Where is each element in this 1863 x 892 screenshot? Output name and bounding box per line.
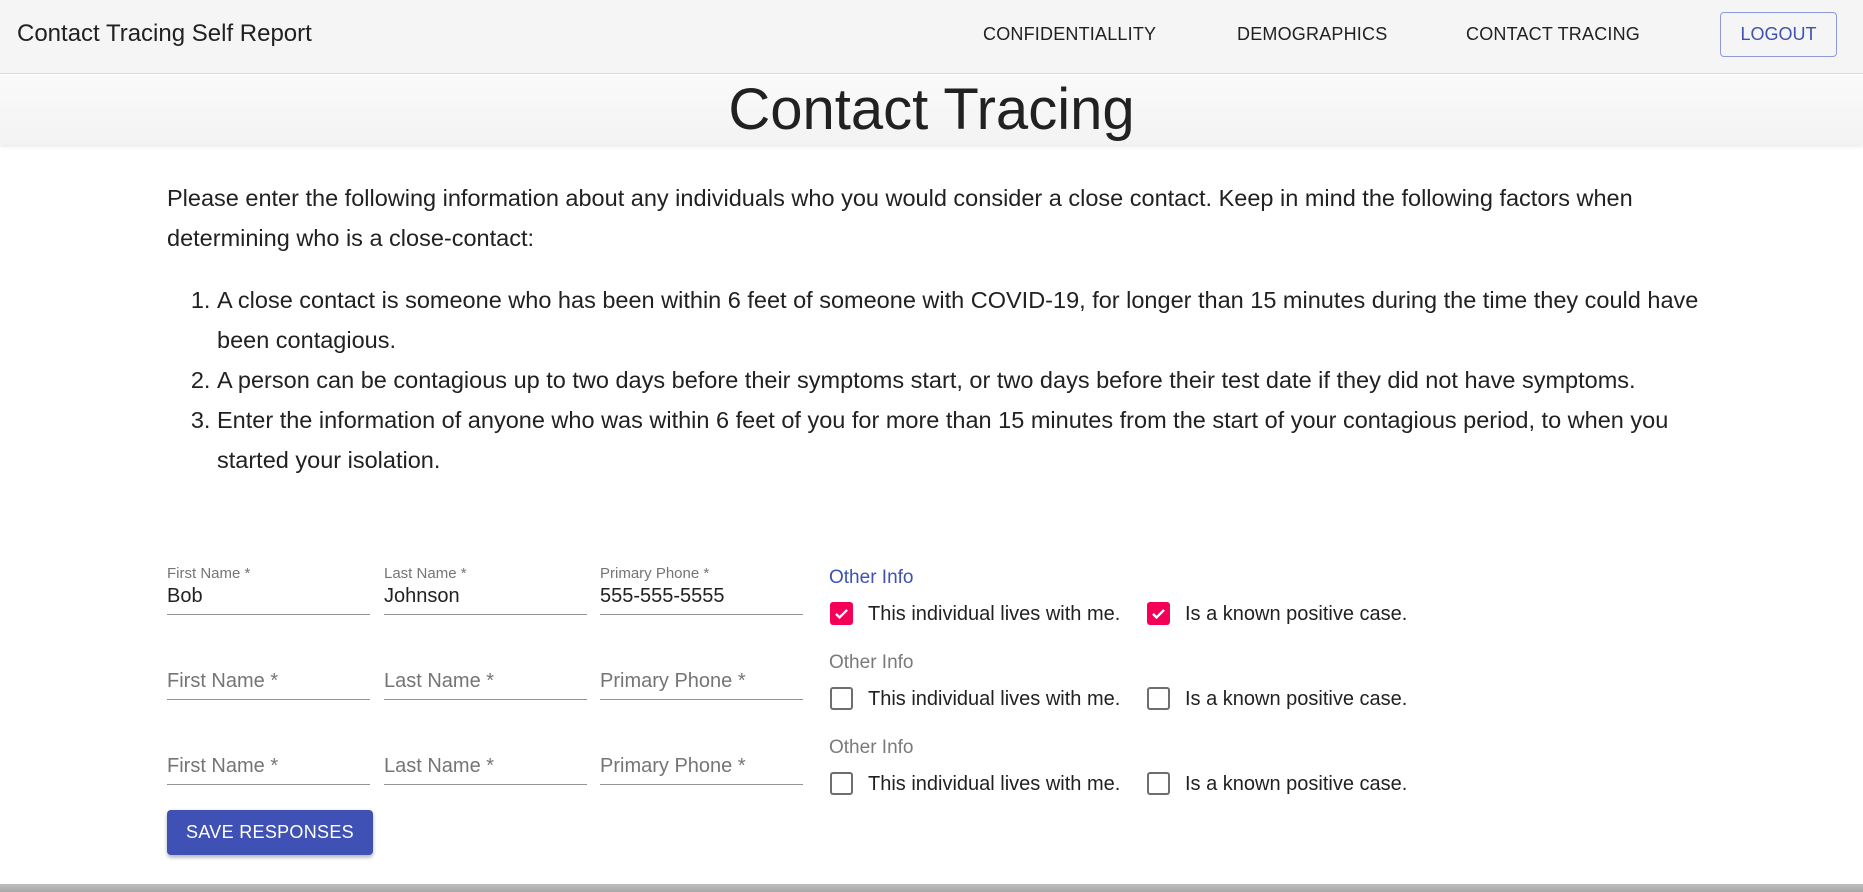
known-positive-checkbox[interactable] bbox=[1147, 602, 1170, 625]
lives-with-label: This individual lives with me. bbox=[868, 773, 1121, 795]
app-title: Contact Tracing Self Report bbox=[17, 20, 312, 47]
last-name-label: Last Name * bbox=[384, 565, 467, 582]
lives-with-checkbox[interactable] bbox=[830, 602, 853, 625]
phone-label: Primary Phone * bbox=[600, 565, 710, 582]
field-underline bbox=[167, 614, 370, 615]
known-positive-checkbox[interactable] bbox=[1147, 772, 1170, 795]
lives-with-label: This individual lives with me. bbox=[868, 603, 1121, 625]
checkmark-icon bbox=[1152, 609, 1165, 620]
first-name-label: First Name * bbox=[167, 565, 251, 582]
last-name-field[interactable]: Last Name * bbox=[384, 644, 587, 700]
first-name-value: Bob bbox=[167, 585, 203, 607]
lives-with-checkbox[interactable] bbox=[830, 772, 853, 795]
field-underline bbox=[167, 699, 370, 700]
contact-row: First Name * Last Name * Primary Phone *… bbox=[167, 644, 1467, 729]
other-info-label: Other Info bbox=[829, 652, 914, 673]
app-bar: Contact Tracing Self Report CONFIDENTIAL… bbox=[0, 0, 1863, 74]
nav-demographics[interactable]: DEMOGRAPHICS bbox=[1237, 24, 1387, 45]
field-underline bbox=[600, 614, 803, 615]
bottom-shadow-band bbox=[0, 884, 1863, 892]
last-name-field[interactable]: Last Name * Johnson bbox=[384, 559, 587, 615]
known-positive-checkbox[interactable] bbox=[1147, 687, 1170, 710]
nav-confidentiality[interactable]: CONFIDENTIALLITY bbox=[983, 24, 1156, 45]
first-name-placeholder: First Name * bbox=[167, 755, 279, 777]
contact-row: First Name * Last Name * Primary Phone *… bbox=[167, 729, 1467, 814]
save-responses-button[interactable]: SAVE RESPONSES bbox=[167, 810, 373, 855]
phone-placeholder: Primary Phone * bbox=[600, 670, 746, 692]
contact-row: First Name * Bob Last Name * Johnson Pri… bbox=[167, 559, 1467, 644]
last-name-placeholder: Last Name * bbox=[384, 755, 495, 777]
nav-contact-tracing[interactable]: CONTACT TRACING bbox=[1466, 24, 1640, 45]
lives-with-label: This individual lives with me. bbox=[868, 688, 1121, 710]
factor-item: Enter the information of anyone who was … bbox=[217, 400, 1707, 480]
factor-item: A close contact is someone who has been … bbox=[217, 280, 1707, 360]
phone-value: 555-555-5555 bbox=[600, 585, 725, 607]
known-positive-label: Is a known positive case. bbox=[1185, 603, 1408, 625]
field-underline bbox=[384, 784, 587, 785]
last-name-value: Johnson bbox=[384, 585, 460, 607]
other-info-label: Other Info bbox=[829, 567, 914, 588]
field-underline bbox=[384, 699, 587, 700]
other-info-label: Other Info bbox=[829, 737, 914, 758]
first-name-field[interactable]: First Name * bbox=[167, 729, 370, 785]
phone-field[interactable]: Primary Phone * bbox=[600, 729, 803, 785]
known-positive-label: Is a known positive case. bbox=[1185, 773, 1408, 795]
phone-field[interactable]: Primary Phone * 555-555-5555 bbox=[600, 559, 803, 615]
first-name-field[interactable]: First Name * bbox=[167, 644, 370, 700]
close-contact-factors: A close contact is someone who has been … bbox=[167, 280, 1707, 480]
field-underline bbox=[600, 784, 803, 785]
phone-field[interactable]: Primary Phone * bbox=[600, 644, 803, 700]
factor-item: A person can be contagious up to two day… bbox=[217, 360, 1707, 400]
known-positive-label: Is a known positive case. bbox=[1185, 688, 1408, 710]
last-name-placeholder: Last Name * bbox=[384, 670, 495, 692]
logout-button[interactable]: LOGOUT bbox=[1720, 12, 1837, 57]
lives-with-checkbox[interactable] bbox=[830, 687, 853, 710]
field-underline bbox=[384, 614, 587, 615]
page-title: Contact Tracing bbox=[728, 77, 1135, 142]
first-name-field[interactable]: First Name * Bob bbox=[167, 559, 370, 615]
field-underline bbox=[167, 784, 370, 785]
field-underline bbox=[600, 699, 803, 700]
checkmark-icon bbox=[835, 609, 848, 620]
intro-text: Please enter the following information a… bbox=[167, 185, 1633, 251]
first-name-placeholder: First Name * bbox=[167, 670, 279, 692]
last-name-field[interactable]: Last Name * bbox=[384, 729, 587, 785]
phone-placeholder: Primary Phone * bbox=[600, 755, 746, 777]
